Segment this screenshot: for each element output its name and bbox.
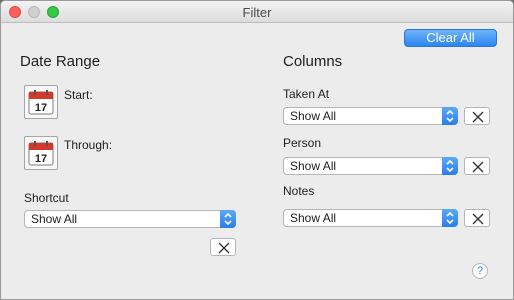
remove-notes-button[interactable] [464,209,490,227]
window-title: Filter [242,5,272,20]
calendar-day: 17 [35,102,47,114]
clear-all-button[interactable]: Clear All [404,29,497,47]
person-popup[interactable]: Show All [283,157,458,175]
person-label: Person [283,136,322,150]
taken-at-label: Taken At [283,87,330,101]
close-icon [218,242,230,254]
remove-person-button[interactable] [464,157,490,175]
popup-stepper [220,210,236,228]
shortcut-popup[interactable]: Show All [24,210,236,228]
close-icon [472,161,484,173]
close-icon [472,213,484,225]
popup-stepper [442,107,458,125]
chevron-up-down-icon [446,159,454,173]
chevron-up-down-icon [446,109,454,123]
through-date-calendar-button[interactable]: 17 [24,136,58,170]
calendar-icon: 17 [28,90,54,115]
popup-stepper [442,157,458,175]
shortcut-value: Show All [31,212,78,226]
start-label: Start: [64,88,93,102]
calendar-icon: 17 [28,141,54,166]
close-icon [472,111,484,123]
taken-at-value: Show All [290,109,337,123]
calendar-day: 17 [35,153,47,165]
taken-at-popup[interactable]: Show All [283,107,458,125]
filter-window: Filter Clear All Date Range 17 Start: 17… [0,0,514,300]
notes-value: Show All [290,211,337,225]
notes-popup[interactable]: Show All [283,209,458,227]
columns-heading: Columns [283,53,343,70]
popup-stepper [442,209,458,227]
remove-taken-at-button[interactable] [464,107,490,125]
person-value: Show All [290,159,337,173]
start-date-calendar-button[interactable]: 17 [24,85,58,119]
clear-shortcut-button[interactable] [210,238,236,256]
notes-label: Notes [283,184,315,198]
shortcut-label: Shortcut [24,191,69,205]
title-bar: Filter [1,1,513,23]
through-label: Through: [64,138,113,152]
chevron-up-down-icon [224,212,232,226]
help-button[interactable]: ? [472,263,488,279]
date-range-heading: Date Range [20,53,101,70]
chevron-up-down-icon [446,211,454,225]
